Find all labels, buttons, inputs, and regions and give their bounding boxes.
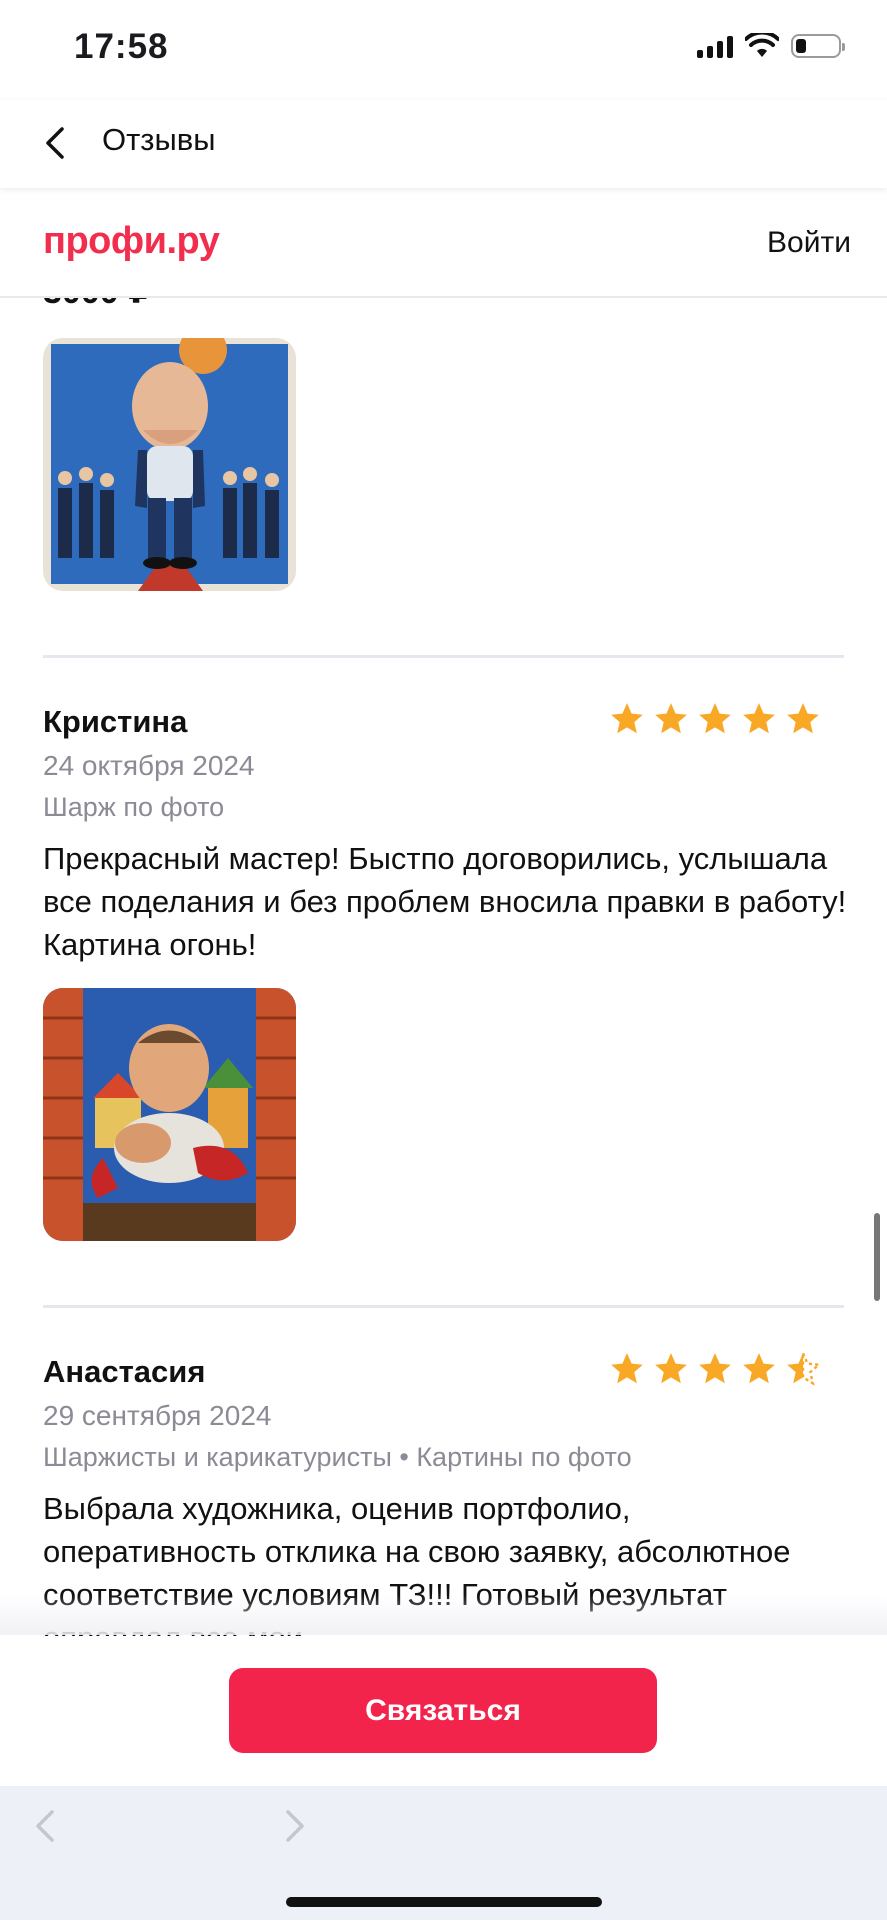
- status-icons: [697, 33, 845, 59]
- review-date: 24 октября 2024: [43, 750, 255, 781]
- browser-toolbar: [0, 1786, 887, 1920]
- star-icon: [699, 703, 731, 734]
- content-fade: [0, 1595, 887, 1635]
- review-text: Прекрасный мастер! Быстпо договорились, …: [43, 841, 847, 962]
- rating-stars: [608, 1350, 822, 1388]
- reviewer-name: Кристина: [43, 704, 188, 739]
- reviews-list[interactable]: 3000 ₽: [0, 296, 887, 1636]
- scrollbar[interactable]: [874, 1213, 880, 1301]
- star-icon: [699, 1353, 731, 1384]
- caricature-businessman-image: [43, 338, 296, 591]
- star-icon: [655, 1353, 687, 1384]
- review-category: Шарж по фото: [43, 792, 225, 822]
- review-photo[interactable]: [43, 338, 296, 591]
- profi-logo[interactable]: профи.ру: [43, 220, 220, 263]
- contact-button[interactable]: Связаться: [229, 1668, 657, 1753]
- site-header: профи.ру Войти: [0, 190, 887, 298]
- status-bar: 17:58: [0, 0, 887, 100]
- battery-icon: [791, 34, 845, 58]
- status-time: 17:58: [74, 27, 169, 66]
- half-star-icon: [787, 1352, 822, 1386]
- browser-forward-icon[interactable]: [280, 1806, 310, 1846]
- home-indicator[interactable]: [286, 1897, 602, 1907]
- nav-bar: Отзывы: [0, 100, 887, 188]
- review-divider: [43, 1305, 844, 1308]
- chevron-left-icon: [46, 127, 64, 159]
- star-icon: [655, 703, 687, 734]
- review-photo[interactable]: [43, 988, 296, 1241]
- star-icon: [787, 703, 819, 734]
- reviewer-name: Анастасия: [43, 1354, 206, 1389]
- rating-stars: [608, 700, 822, 738]
- back-button[interactable]: [30, 118, 80, 168]
- review-date: 29 сентября 2024: [43, 1400, 272, 1431]
- browser-back-icon[interactable]: [30, 1806, 60, 1846]
- caricature-window-image: [43, 988, 296, 1241]
- star-icon: [611, 1353, 643, 1384]
- price-peek: 3000 ₽: [43, 296, 152, 312]
- star-icon: [611, 703, 643, 734]
- review-category: Шаржисты и карикатуристы • Картины по фо…: [43, 1442, 632, 1472]
- star-icon: [743, 703, 775, 734]
- bottom-action-bar: Связаться: [0, 1636, 887, 1786]
- star-icon: [743, 1353, 775, 1384]
- page-title: Отзывы: [102, 122, 216, 157]
- cellular-signal-icon: [697, 34, 733, 58]
- review-divider: [43, 655, 844, 658]
- login-link[interactable]: Войти: [767, 226, 851, 260]
- wifi-icon: [745, 33, 779, 57]
